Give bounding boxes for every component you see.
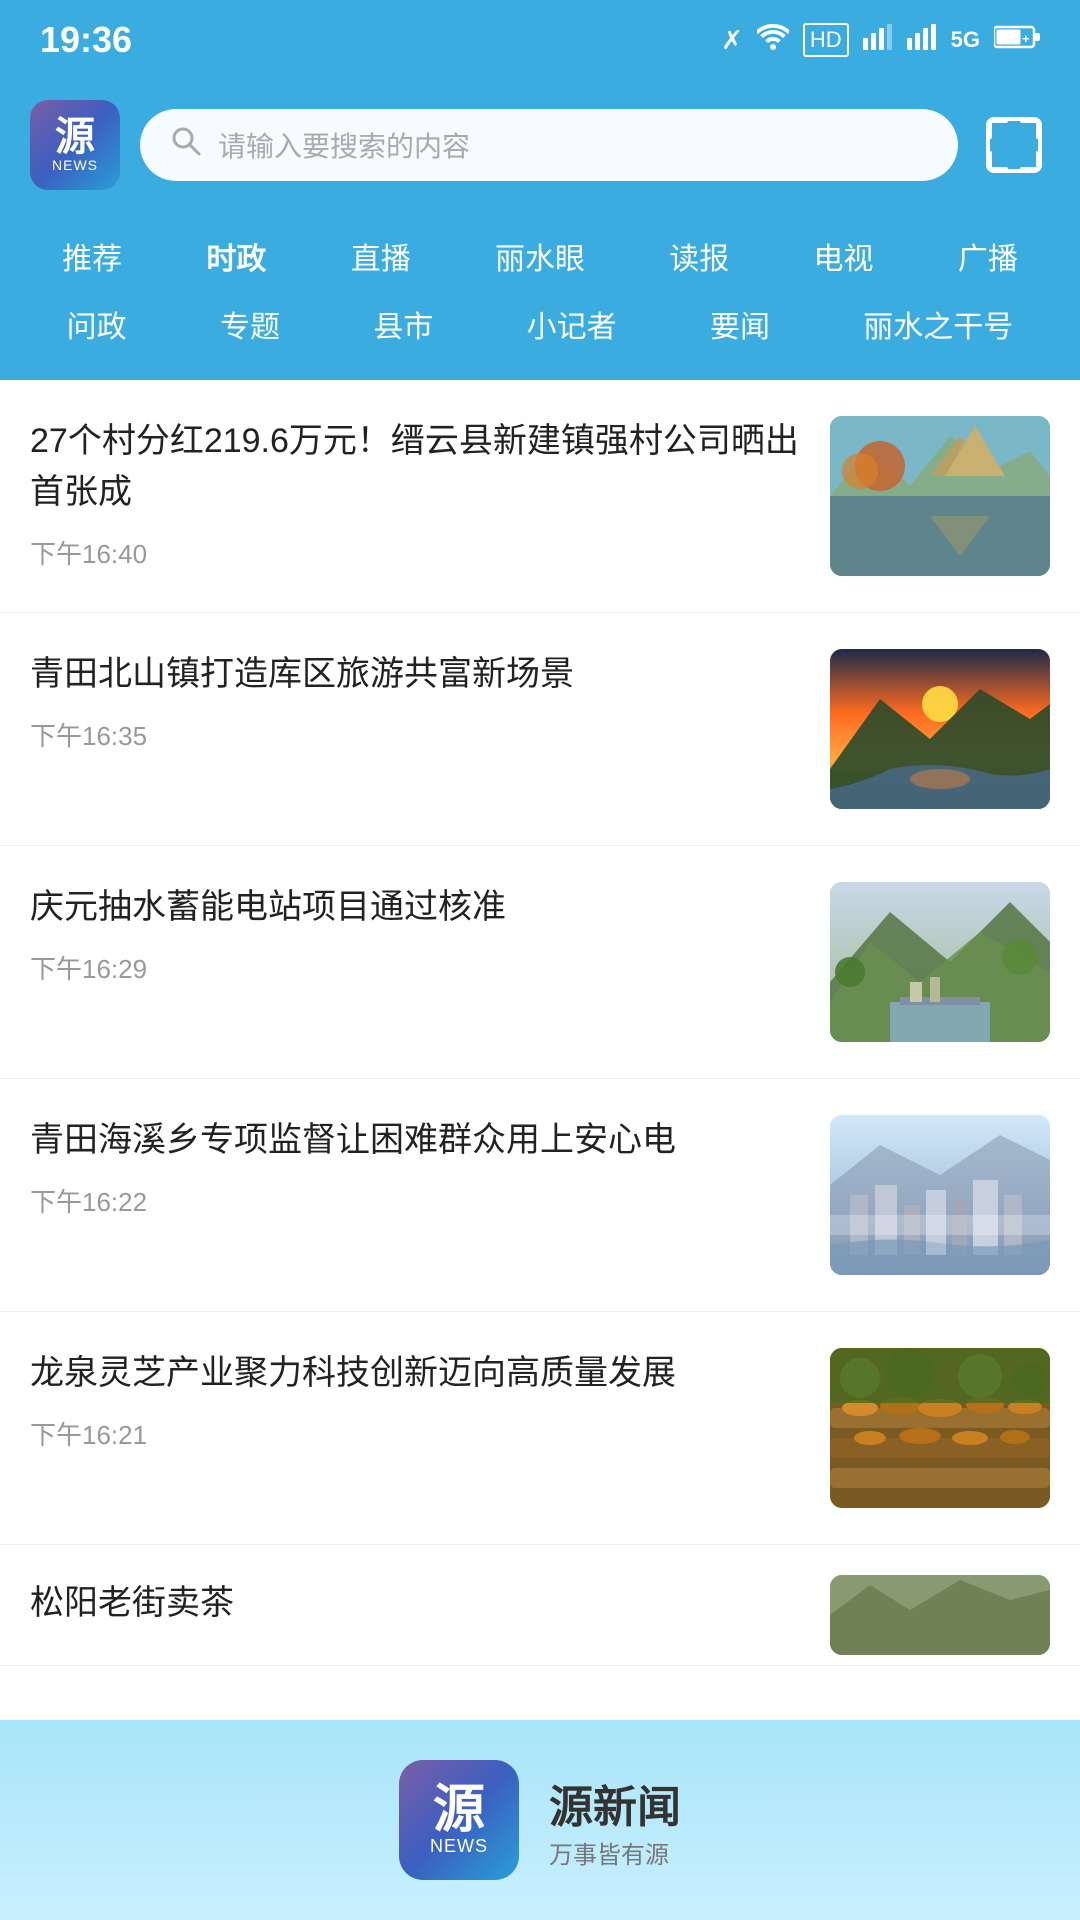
nav-item-yaowen[interactable]: 要闻	[694, 292, 786, 356]
status-bar: 19:36 ✗ HD	[0, 0, 1080, 80]
news-thumb-6-partial	[830, 1575, 1050, 1655]
news-thumb-4	[830, 1115, 1050, 1275]
nav-item-dianshi[interactable]: 电视	[798, 224, 890, 288]
news-time-1: 下午16:40	[30, 534, 806, 571]
bottom-logo-char: 源	[433, 1784, 485, 1836]
nav-item-xianshi[interactable]: 县市	[357, 292, 449, 356]
news-item-3[interactable]: 庆元抽水蓄能电站项目通过核准 下午16:29	[0, 846, 1080, 1079]
nav-item-dubao[interactable]: 读报	[653, 224, 745, 288]
nav-tabs: 推荐 时政 直播 丽水眼 读报 电视 广播 问政 专题 县市 小记者 要闻 丽水…	[0, 214, 1080, 380]
scan-button[interactable]	[978, 109, 1050, 181]
nav-row-2: 问政 专题 县市 小记者 要闻 丽水之干号	[20, 292, 1060, 356]
news-time-2: 下午16:35	[30, 716, 806, 753]
news-title-3: 庆元抽水蓄能电站项目通过核准	[30, 882, 806, 933]
nav-item-lishuiyan[interactable]: 丽水眼	[479, 224, 601, 288]
header: 源 NEWS 请输入要搜索的内容	[0, 80, 1080, 214]
signal1-icon	[863, 24, 893, 57]
nav-item-xiaojizhe[interactable]: 小记者	[511, 292, 633, 356]
news-text-1: 27个村分红219.6万元！缙云县新建镇强村公司晒出首张成 下午16:40	[30, 416, 806, 571]
news-item-4[interactable]: 青田海溪乡专项监督让困难群众用上安心电 下午16:22	[0, 1079, 1080, 1312]
news-text-3: 庆元抽水蓄能电站项目通过核准 下午16:29	[30, 882, 806, 986]
news-item-5[interactable]: 龙泉灵芝产业聚力科技创新迈向高质量发展 下午16:21	[0, 1312, 1080, 1545]
news-text-4: 青田海溪乡专项监督让困难群众用上安心电 下午16:22	[30, 1115, 806, 1219]
news-title-2: 青田北山镇打造库区旅游共富新场景	[30, 649, 806, 700]
nav-item-guangbo[interactable]: 广播	[942, 224, 1034, 288]
bottom-app-info: 源新闻 万事皆有源	[549, 1771, 681, 1870]
news-title-6-partial: 松阳老街卖茶	[30, 1575, 806, 1624]
nav-item-shizheng[interactable]: 时政	[190, 224, 282, 288]
hd-icon: HD	[803, 23, 849, 57]
nav-row-1: 推荐 时政 直播 丽水眼 读报 电视 广播	[20, 224, 1060, 288]
news-item-1[interactable]: 27个村分红219.6万元！缙云县新建镇强村公司晒出首张成 下午16:40	[0, 380, 1080, 613]
news-time-3: 下午16:29	[30, 949, 806, 986]
status-icons: ✗ HD 5G	[721, 23, 1040, 57]
nav-item-zhuanti[interactable]: 专题	[204, 292, 296, 356]
bottom-bar: 源 NEWS 源新闻 万事皆有源	[0, 1720, 1080, 1920]
news-item-2[interactable]: 青田北山镇打造库区旅游共富新场景 下午16:35	[0, 613, 1080, 846]
news-title-1: 27个村分红219.6万元！缙云县新建镇强村公司晒出首张成	[30, 416, 806, 518]
5g-label: 5G	[951, 27, 980, 53]
bottom-app-name: 源新闻	[549, 1771, 681, 1835]
logo-sub: NEWS	[52, 157, 98, 173]
wifi-icon	[757, 24, 789, 57]
news-thumb-2	[830, 649, 1050, 809]
bluetooth-icon: ✗	[721, 25, 743, 56]
news-time-5: 下午16:21	[30, 1415, 806, 1452]
news-title-4: 青田海溪乡专项监督让困难群众用上安心电	[30, 1115, 806, 1166]
news-title-5: 龙泉灵芝产业聚力科技创新迈向高质量发展	[30, 1348, 806, 1399]
news-text-6: 松阳老街卖茶	[30, 1575, 806, 1624]
news-thumb-1	[830, 416, 1050, 576]
news-item-6-partial[interactable]: 松阳老街卖茶	[0, 1545, 1080, 1666]
nav-item-zhibo[interactable]: 直播	[335, 224, 427, 288]
news-thumb-3	[830, 882, 1050, 1042]
signal2-icon	[907, 24, 937, 57]
battery-icon: +	[994, 25, 1040, 56]
nav-item-wenzheng[interactable]: 问政	[51, 292, 143, 356]
nav-item-lishuizhigan[interactable]: 丽水之干号	[847, 292, 1029, 356]
search-bar[interactable]: 请输入要搜索的内容	[140, 109, 958, 181]
app-logo[interactable]: 源 NEWS	[30, 100, 120, 190]
news-text-5: 龙泉灵芝产业聚力科技创新迈向高质量发展 下午16:21	[30, 1348, 806, 1452]
svg-text:+: +	[1022, 31, 1030, 46]
nav-item-tuijian[interactable]: 推荐	[46, 224, 138, 288]
bottom-app-logo: 源 NEWS	[399, 1760, 519, 1880]
bottom-app-slogan: 万事皆有源	[549, 1835, 669, 1870]
search-icon	[170, 125, 202, 165]
status-time: 19:36	[40, 19, 132, 61]
news-time-4: 下午16:22	[30, 1182, 806, 1219]
bottom-logo-sub: NEWS	[430, 1836, 488, 1857]
search-placeholder: 请输入要搜索的内容	[218, 125, 928, 165]
news-text-2: 青田北山镇打造库区旅游共富新场景 下午16:35	[30, 649, 806, 753]
news-thumb-5	[830, 1348, 1050, 1508]
logo-char: 源	[55, 117, 95, 157]
content-area: 27个村分红219.6万元！缙云县新建镇强村公司晒出首张成 下午16:40	[0, 380, 1080, 1720]
